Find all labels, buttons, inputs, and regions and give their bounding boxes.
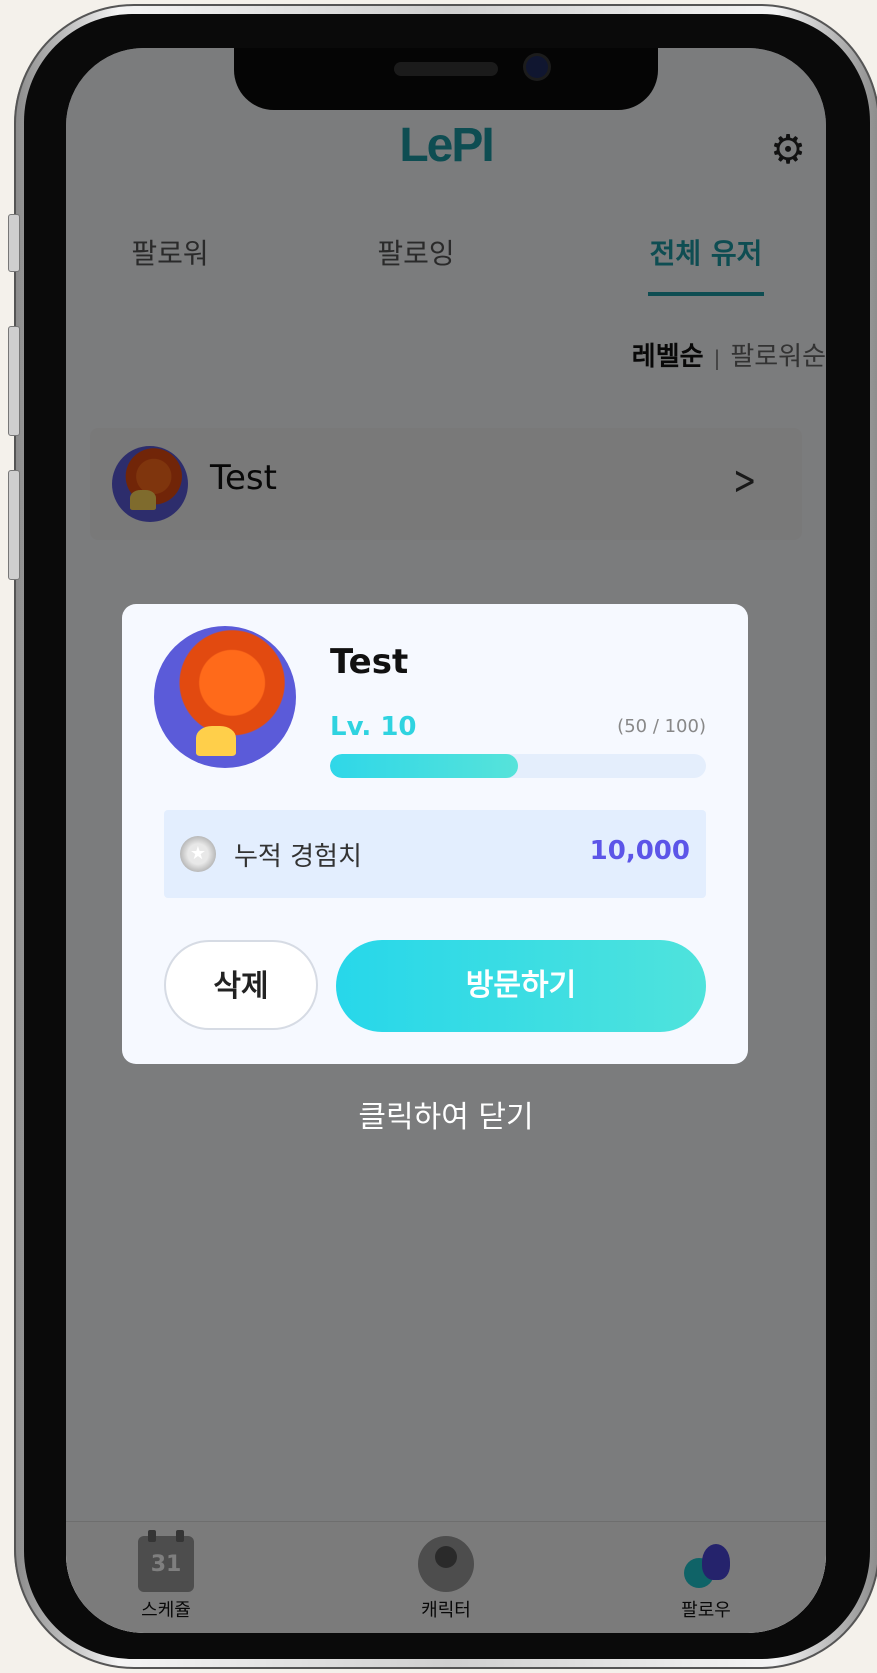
volume-up-button bbox=[8, 326, 20, 436]
app-screen: LePI ⚙ 팔로워 팔로잉 전체 유저 레벨순|팔로워순 Test > 31 … bbox=[66, 48, 826, 1633]
exp-progress-bar bbox=[330, 754, 706, 778]
notch bbox=[234, 48, 658, 110]
exp-progress-fill bbox=[330, 754, 518, 778]
total-exp-box: ★ 누적 경험치 10,000 bbox=[164, 810, 706, 898]
exp-progress-text: (50 / 100) bbox=[617, 716, 706, 737]
user-profile-modal: Test Lv. 10 (50 / 100) ★ 누적 경험치 10,000 삭… bbox=[122, 604, 748, 1064]
avatar bbox=[154, 626, 296, 768]
camera bbox=[526, 56, 548, 78]
speaker bbox=[394, 62, 498, 76]
volume-down-button bbox=[8, 470, 20, 580]
side-button bbox=[8, 214, 20, 272]
close-hint[interactable]: 클릭하여 닫기 bbox=[66, 1092, 826, 1136]
delete-button[interactable]: 삭제 bbox=[164, 940, 318, 1030]
total-exp-label: 누적 경험치 bbox=[234, 842, 362, 872]
level-label: Lv. 10 bbox=[330, 712, 417, 742]
total-exp-value: 10,000 bbox=[589, 836, 690, 866]
visit-button[interactable]: 방문하기 bbox=[336, 940, 706, 1032]
coin-icon: ★ bbox=[180, 836, 216, 872]
profile-name: Test bbox=[330, 642, 409, 682]
